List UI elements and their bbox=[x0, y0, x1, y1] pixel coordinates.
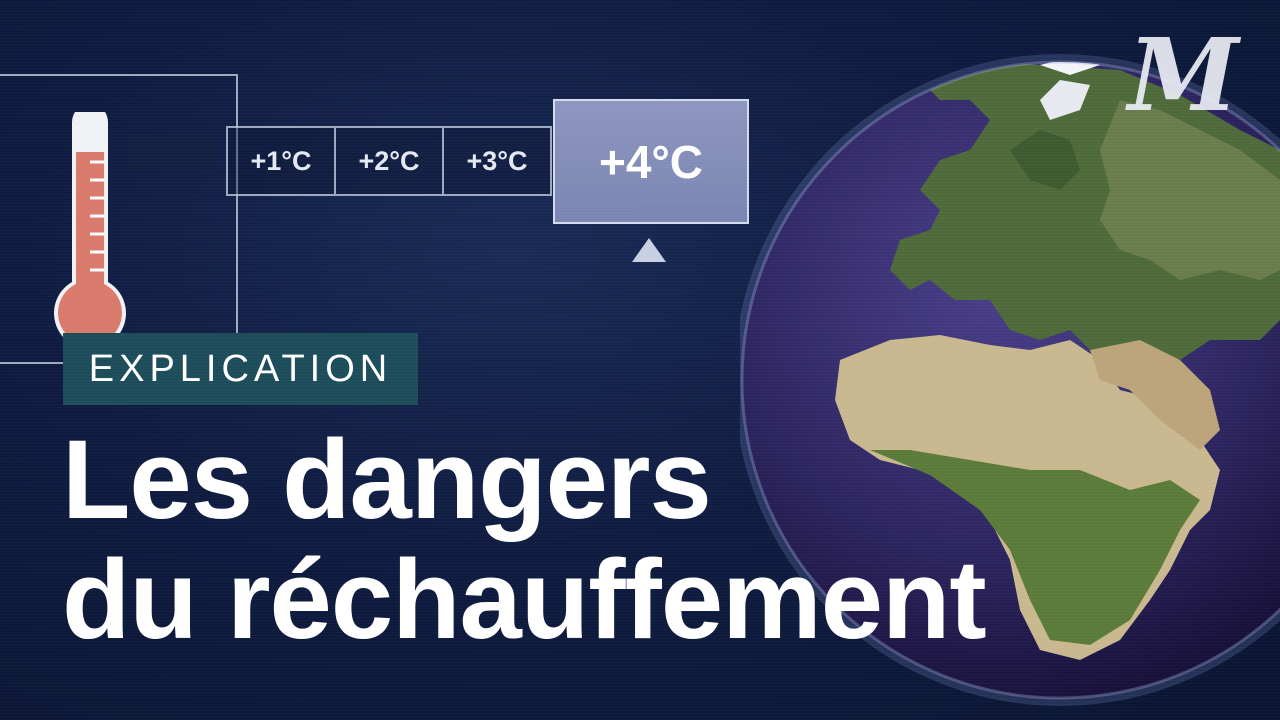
le-monde-logo: M bbox=[1128, 16, 1239, 134]
scale-step-2: +2°C bbox=[334, 126, 442, 196]
headline: Les dangers du réchauffement bbox=[62, 420, 1162, 660]
category-tag: EXPLICATION bbox=[63, 333, 418, 405]
scale-step-selected: +4°C bbox=[553, 99, 749, 224]
temperature-scale: +1°C +2°C +3°C bbox=[226, 126, 552, 196]
headline-line-2: du réchauffement bbox=[62, 537, 987, 662]
thermometer-panel bbox=[0, 74, 238, 364]
scale-step-1: +1°C bbox=[226, 126, 334, 196]
thumbnail-canvas: +1°C +2°C +3°C +4°C M EXPLICATION Les da… bbox=[0, 0, 1280, 720]
thermometer-reading-placeholder bbox=[128, 134, 214, 170]
triangle-up-icon bbox=[632, 238, 666, 262]
scale-step-3: +3°C bbox=[442, 126, 552, 196]
headline-line-1: Les dangers bbox=[62, 417, 712, 542]
